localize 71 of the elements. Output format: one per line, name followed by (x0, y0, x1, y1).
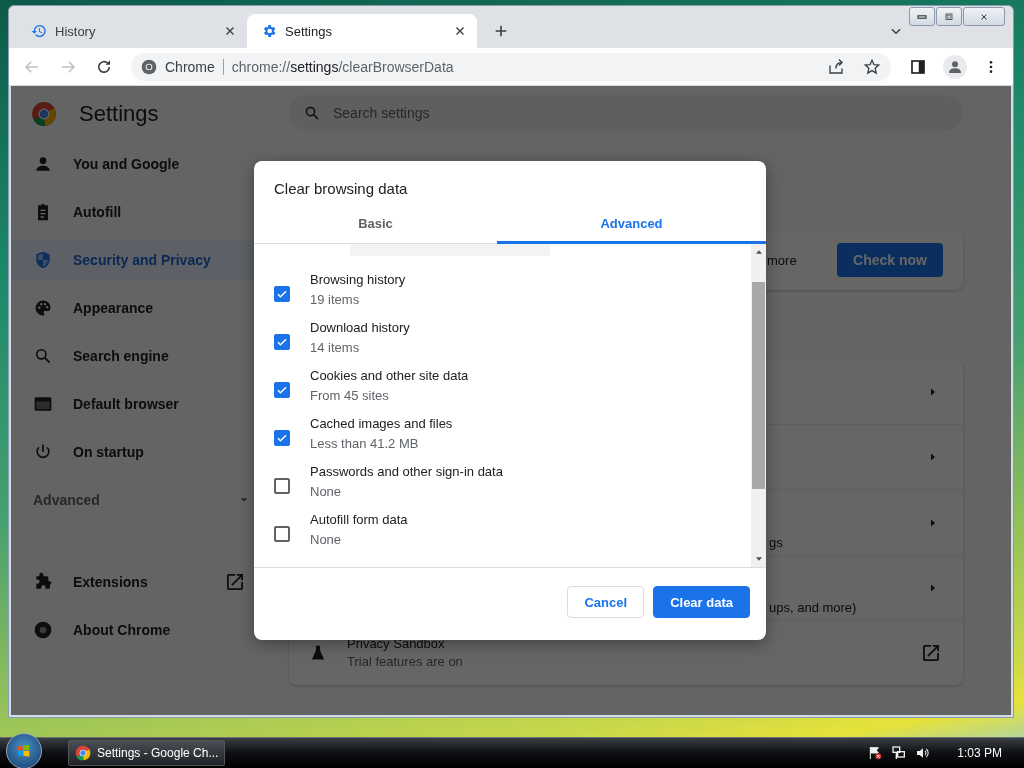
clear-data-button[interactable]: Clear data (653, 586, 750, 618)
checkbox[interactable] (274, 526, 290, 542)
dropdown-field[interactable] (350, 244, 550, 256)
network-icon[interactable] (891, 745, 908, 761)
puzzle-piece-icon (33, 572, 53, 592)
side-panel-icon[interactable] (909, 57, 927, 76)
cancel-button[interactable]: Cancel (567, 586, 645, 618)
clock[interactable]: 1:03 PM (957, 746, 1002, 760)
browser-window-icon (33, 394, 53, 414)
item-detail: From 45 sites (310, 388, 390, 403)
checkbox-label: Browsing history (310, 272, 406, 287)
scroll-up-arrow-icon[interactable] (754, 248, 763, 256)
address-bar[interactable]: Chrome chrome://settings/clearBrowserData (131, 52, 891, 81)
checkbox[interactable] (274, 334, 290, 350)
sidebar-item[interactable]: Extensions (11, 562, 283, 602)
sidebar-item[interactable]: Search engine (11, 336, 283, 376)
checkbox[interactable] (274, 478, 290, 494)
checkbox-label: Download history (310, 320, 410, 335)
checkbox[interactable] (274, 430, 290, 446)
item-detail: None (310, 484, 343, 499)
item-detail: Less than 41.2 MB (310, 436, 420, 451)
external-link-icon (227, 574, 243, 590)
item-detail: 19 items (310, 292, 361, 307)
checkbox[interactable] (274, 286, 290, 302)
external-link-icon[interactable] (923, 644, 939, 661)
taskbar-button[interactable]: Settings - Google Ch... (68, 740, 226, 766)
person-icon (947, 58, 963, 75)
gear-icon (261, 23, 277, 39)
star-icon[interactable] (863, 57, 881, 76)
person-icon (33, 154, 53, 174)
sidebar-item[interactable]: On startup (11, 432, 283, 472)
site-chip-label: Chrome (165, 58, 215, 75)
sidebar-item[interactable]: Appearance (11, 288, 283, 328)
row-subtitle: Trial features are on (347, 654, 463, 670)
card-text: more (767, 252, 798, 268)
search-field[interactable]: Search settings (289, 95, 963, 131)
new-tab-icon[interactable] (493, 23, 509, 39)
row-text: ups, and more) (769, 599, 857, 616)
profile-avatar[interactable] (943, 54, 967, 79)
scrollbar[interactable] (751, 244, 766, 567)
advanced-section-toggle[interactable]: Advanced (11, 480, 283, 520)
history-icon (31, 23, 47, 39)
palette-icon (33, 298, 53, 318)
check-now-button[interactable]: Check now (837, 243, 943, 277)
sidebar-item[interactable]: Default browser (11, 384, 283, 424)
row-text: gs (769, 534, 783, 550)
share-icon[interactable] (827, 57, 845, 76)
item-detail: None (310, 532, 343, 547)
browser-tab[interactable]: Settings (247, 14, 477, 48)
checkbox-label: Cookies and other site data (310, 368, 469, 383)
sidebar-item[interactable]: About Chrome (11, 610, 283, 650)
scroll-down-arrow-icon[interactable] (754, 555, 763, 563)
minimize-icon (917, 14, 927, 19)
flag-icon[interactable] (867, 745, 884, 761)
maximize-button[interactable] (936, 7, 962, 26)
windows-logo-icon (16, 743, 32, 759)
search-icon (33, 346, 53, 366)
shield-icon (33, 250, 53, 270)
browser-tab[interactable]: History (17, 14, 247, 48)
url-text: chrome://settings/clearBrowserData (231, 58, 454, 75)
maximize-icon (942, 10, 956, 23)
checkbox-label: Autofill form data (310, 512, 408, 527)
page-title: Settings (79, 101, 159, 127)
checkbox-label: Cached images and files (310, 416, 453, 431)
start-button[interactable] (6, 733, 42, 768)
checkbox-label: Passwords and other sign-in data (310, 464, 503, 479)
checkbox[interactable] (274, 382, 290, 398)
minimize-button[interactable] (909, 7, 935, 26)
item-detail: 14 items (310, 340, 361, 355)
flask-icon (309, 643, 327, 662)
close-button[interactable] (963, 7, 1005, 26)
